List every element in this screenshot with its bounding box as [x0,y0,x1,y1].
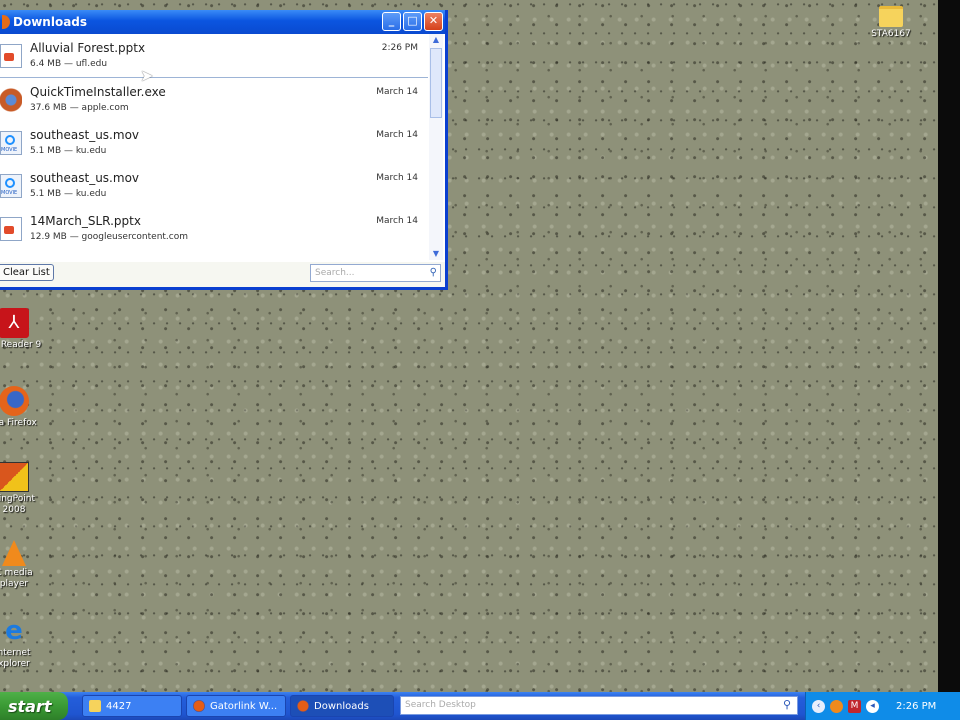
search-icon[interactable]: ⚲ [430,267,437,278]
maximize-button[interactable]: □ [403,12,422,31]
download-date: March 14 [376,87,418,97]
desktop-icon-label: STA6167 [871,29,911,39]
vlc-icon [2,540,26,566]
folder-icon [89,700,101,712]
adobe-reader-icon: ⅄ [0,308,29,338]
clock[interactable]: 2:26 PM [896,701,936,712]
taskbar-item-label: 4427 [106,700,132,712]
download-file-meta: 12.9 MB — googleusercontent.com [30,232,189,242]
scroll-down-arrow-icon[interactable]: ▼ [429,248,443,260]
download-file-meta: 6.4 MB — ufl.edu [30,59,108,69]
turningpoint-icon [0,462,29,492]
window-title: Downloads [13,15,88,29]
window-titlebar[interactable]: Downloads _ □ ✕ [0,10,445,34]
firefox-icon [193,700,205,712]
downloads-search-input[interactable]: Search... ⚲ [310,264,441,282]
movie-file-icon [0,174,22,198]
taskbar-item-downloads[interactable]: Downloads [290,695,394,717]
search-icon[interactable]: ⚲ [783,698,791,711]
volume-icon[interactable]: ◂ [866,699,879,713]
download-list[interactable]: Alluvial Forest.pptx 6.4 MB — ufl.edu 2:… [0,34,428,260]
download-date: March 14 [376,130,418,140]
mouse-cursor-icon: ➤ [140,66,154,85]
antivirus-icon[interactable]: M [848,699,861,713]
scrollbar-thumb[interactable] [430,48,442,118]
desktop-icon-label: nternet xplorer [0,648,31,669]
search-placeholder: Search... [315,268,355,278]
desktop-icon-label: ningPoint 2008 [0,494,35,515]
desktop-icon-sta6167[interactable]: STA6167 [861,6,921,40]
scroll-up-arrow-icon[interactable]: ▲ [429,34,443,46]
list-scrollbar[interactable]: ▲ ▼ [429,34,443,260]
download-file-name: Alluvial Forest.pptx [30,41,146,55]
taskbar-item-gatorlink[interactable]: Gatorlink W... [186,695,286,717]
chevron-left-icon[interactable]: ‹ [812,699,825,713]
folder-icon [879,6,903,27]
window-bottom-bar: Clear List Search... ⚲ [0,262,445,287]
start-button[interactable]: start [0,692,68,720]
desktop-icon-vlc[interactable]: C media player [0,540,44,590]
screen-edge [938,0,960,692]
downloads-window: Downloads _ □ ✕ Alluvial Forest.pptx 6.4… [0,10,448,290]
pptx-file-icon [0,44,22,68]
firefox-icon [0,386,29,416]
start-label: start [8,696,52,716]
download-date: March 14 [376,173,418,183]
download-date: 2:26 PM [381,43,418,53]
download-file-name: southeast_us.mov [30,128,140,142]
desktop-icon-label: illa Firefox [0,418,37,428]
download-file-name: southeast_us.mov [30,171,140,185]
clear-list-button[interactable]: Clear List [0,264,54,281]
download-item[interactable]: southeast_us.mov 5.1 MB — ku.edu March 1… [0,164,428,207]
desktop-icon-firefox[interactable]: illa Firefox [0,386,44,429]
desktop-search-input[interactable]: Search Desktop ⚲ [400,696,798,715]
close-button[interactable]: ✕ [424,12,443,31]
desktop-icon-label: be Reader 9 [0,340,42,350]
desktop-search-placeholder: Search Desktop [405,700,476,710]
taskbar: start 4427 Gatorlink W... Downloads Sear… [0,692,960,720]
pptx-file-icon [0,217,22,241]
movie-file-icon [0,131,22,155]
download-file-meta: 37.6 MB — apple.com [30,103,129,113]
desktop-icon-turningpoint[interactable]: ningPoint 2008 [0,462,44,516]
desktop-icon-internet-explorer[interactable]: e nternet xplorer [0,616,44,670]
internet-explorer-icon: e [5,616,23,646]
download-file-meta: 5.1 MB — ku.edu [30,189,107,199]
download-date: March 14 [376,216,418,226]
minimize-button[interactable]: _ [382,12,401,31]
download-file-meta: 5.1 MB — ku.edu [30,146,107,156]
taskbar-item-4427[interactable]: 4427 [82,695,182,717]
firefox-icon [297,700,309,712]
download-file-name: 14March_SLR.pptx [30,214,141,228]
taskbar-item-label: Gatorlink W... [210,700,278,712]
system-tray: ‹ M ◂ 2:26 PM [805,692,960,720]
download-file-name: QuickTimeInstaller.exe [30,85,166,99]
download-item[interactable]: 14March_SLR.pptx 12.9 MB — googleusercon… [0,207,428,250]
download-item[interactable]: QuickTimeInstaller.exe 37.6 MB — apple.c… [0,78,428,121]
exe-installer-icon [0,88,22,112]
download-item[interactable]: southeast_us.mov 5.1 MB — ku.edu March 1… [0,121,428,164]
download-item[interactable]: Alluvial Forest.pptx 6.4 MB — ufl.edu 2:… [0,34,428,78]
desktop-icon-label: C media player [0,568,33,589]
desktop-icon-adobe-reader[interactable]: ⅄ be Reader 9 [0,308,44,351]
firefox-tray-icon[interactable] [830,699,843,713]
taskbar-item-label: Downloads [314,700,369,712]
firefox-icon [2,15,10,29]
